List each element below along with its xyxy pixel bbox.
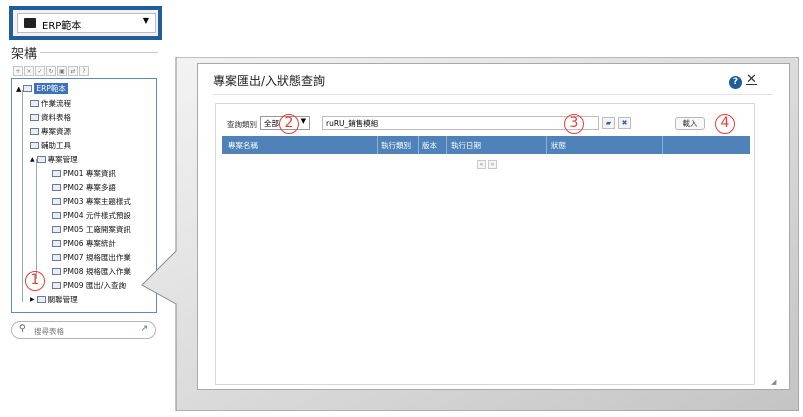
divider (40, 52, 158, 53)
panel-title: 架構 (11, 47, 38, 62)
query-type-value: 全部 (264, 119, 279, 128)
tree-item-pm09[interactable]: PM09 匯出/入查詢 (52, 280, 126, 291)
table-icon (30, 114, 39, 121)
search-placeholder: 搜尋表格 (34, 327, 64, 336)
prev-page-button[interactable]: « (477, 160, 486, 169)
tree-item-tools[interactable]: 輔助工具 (30, 140, 71, 151)
column-divider (546, 136, 547, 154)
tools-icon (30, 142, 39, 149)
add-icon[interactable]: + (13, 66, 23, 76)
column-divider (377, 136, 378, 154)
delete-icon[interactable]: × (24, 66, 34, 76)
form-icon (52, 198, 61, 205)
erp-select[interactable]: ERP範本 ▼ (17, 13, 156, 33)
tree-item-pm08[interactable]: PM08 規格匯入作業 (52, 266, 131, 277)
help-icon[interactable]: ? (729, 76, 742, 89)
folder-icon (36, 296, 46, 303)
tree-toolbar: + × ✓ ↻ ▣ ⇄ ? (13, 66, 89, 78)
marker-2: 2 (279, 114, 299, 134)
column-header[interactable]: 狀態 (551, 140, 566, 151)
tree-item-tables[interactable]: 資料表格 (30, 112, 71, 123)
results-table-header: 專案名稱 執行類別 版本 執行日期 狀態 (222, 136, 750, 154)
query-type-label: 查詢類別 (227, 120, 257, 129)
form-icon (52, 226, 61, 233)
column-divider (662, 136, 663, 154)
tree-item-pm07[interactable]: PM07 規格匯出作業 (52, 252, 131, 263)
tree-line (36, 159, 37, 279)
column-header[interactable]: 版本 (422, 140, 437, 151)
form-icon (52, 240, 61, 247)
tree-item-pm04[interactable]: PM04 元件樣式預設 (52, 210, 131, 221)
column-header[interactable]: 執行類別 (381, 140, 411, 151)
help-icon[interactable]: ? (79, 66, 89, 76)
folder-icon (36, 156, 46, 163)
query-value-text: ruRU_銷售模組 (326, 119, 379, 128)
resize-grip-icon[interactable]: ◢ (771, 378, 776, 386)
load-button[interactable]: 載入 (675, 117, 705, 130)
tree-item-pm02[interactable]: PM02 專案多語 (52, 182, 116, 193)
folder-open-icon[interactable]: ▰ (602, 117, 615, 129)
form-icon (52, 254, 61, 261)
marker-1: 1 (25, 271, 45, 291)
next-page-button[interactable]: » (488, 160, 497, 169)
tree-item-project-management[interactable]: ▲ 專案管理 (30, 154, 78, 165)
resource-icon (30, 128, 39, 135)
form-icon (52, 212, 61, 219)
chevron-down-icon: ▼ (300, 117, 306, 125)
tree-line (22, 90, 23, 302)
column-header[interactable]: 執行日期 (451, 140, 481, 151)
form-icon (52, 170, 61, 177)
dialog-title: 專案匯出/入狀態查詢 (213, 74, 326, 88)
tree-item-pm05[interactable]: PM05 工廠開案資訊 (52, 224, 131, 235)
close-icon[interactable]: ✕ (746, 73, 757, 87)
folder-icon (24, 18, 36, 28)
search-input[interactable]: ⚲ 搜尋表格 ↗ (11, 321, 156, 339)
clear-icon[interactable]: ✖ (618, 117, 631, 129)
erp-select-value: ERP範本 (42, 21, 82, 32)
marker-3: 3 (564, 114, 584, 134)
tree-root[interactable]: ▲ ERP範本 (16, 83, 68, 94)
chevron-down-icon: ▼ (142, 16, 149, 25)
marker-4: 4 (715, 114, 735, 134)
tree-item-relations[interactable]: ▶ 關聯管理 (30, 294, 78, 305)
copy-icon[interactable]: ▣ (57, 66, 67, 76)
tree-item-pm03[interactable]: PM03 專案主題樣式 (52, 196, 131, 207)
column-divider (446, 136, 447, 154)
search-icon: ⚲ (19, 324, 26, 334)
refresh-icon[interactable]: ↻ (46, 66, 56, 76)
tree-item-pm06[interactable]: PM06 專案統計 (52, 238, 116, 249)
column-divider (418, 136, 419, 154)
divider (213, 94, 773, 95)
form-icon (52, 184, 61, 191)
erp-select-container: ERP範本 ▼ (9, 6, 162, 40)
tree-item-workflow[interactable]: 作業流程 (30, 98, 71, 109)
workflow-icon (30, 100, 39, 107)
tree-item-pm01[interactable]: PM01 專案資訊 (52, 168, 116, 179)
move-icon[interactable]: ⇄ (68, 66, 78, 76)
form-icon (52, 282, 61, 289)
table-icon (23, 85, 33, 92)
form-icon (52, 268, 61, 275)
query-value-field[interactable]: ruRU_銷售模組 (322, 116, 599, 130)
column-header[interactable]: 專案名稱 (228, 140, 258, 151)
edit-icon[interactable]: ✓ (35, 66, 45, 76)
tree-item-resources[interactable]: 專案資源 (30, 126, 71, 137)
